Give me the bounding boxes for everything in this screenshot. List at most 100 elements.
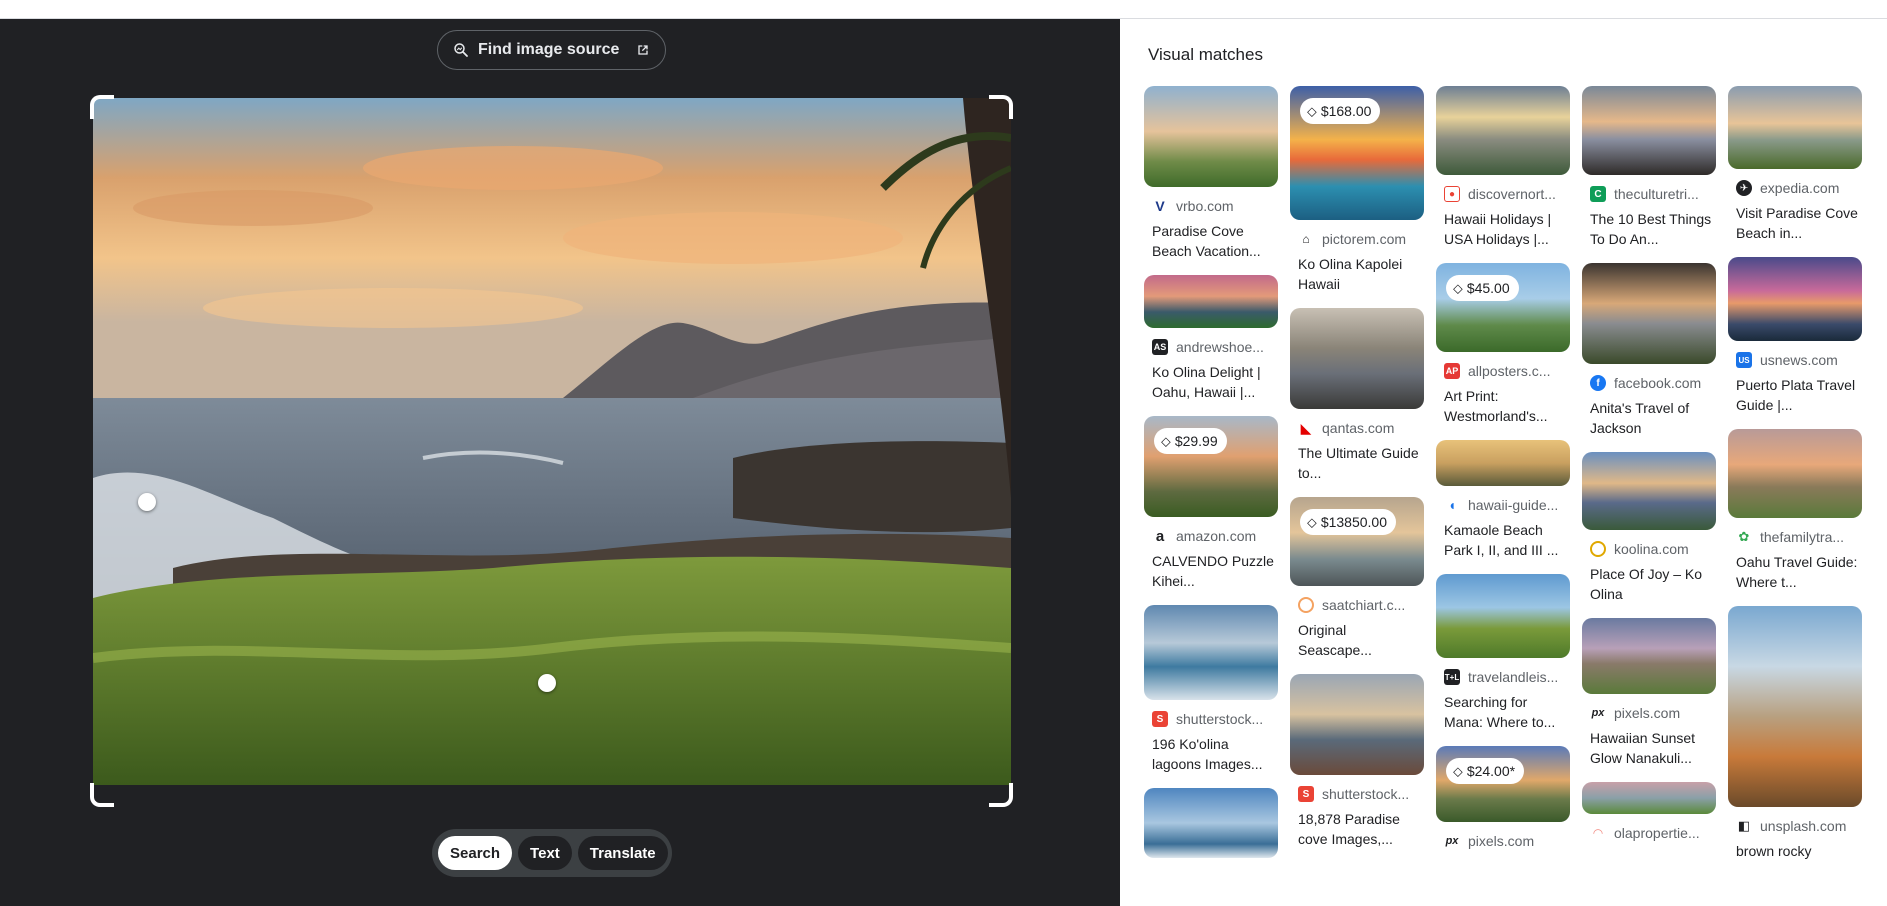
result-thumbnail[interactable]: ⬦ $24.00* (1436, 746, 1570, 822)
facebook-icon: f (1590, 375, 1606, 391)
result-title[interactable]: Kamaole Beach Park I, II, and III ... (1436, 520, 1570, 560)
tab-translate[interactable]: Translate (577, 836, 668, 870)
result-source: theculturetri... (1614, 186, 1699, 202)
price-badge: ⬦ $29.99 (1154, 428, 1227, 454)
result-title[interactable]: Hawaii Holidays | USA Holidays |... (1436, 209, 1570, 249)
visual-matches-panel: Visual matches Vvrbo.com Paradise Cove B… (1120, 19, 1887, 906)
result-source: pixels.com (1468, 833, 1535, 849)
result-card[interactable]: Ctheculturetri... The 10 Best Things To … (1582, 86, 1716, 249)
result-thumbnail[interactable] (1728, 606, 1862, 807)
result-thumbnail[interactable] (1144, 275, 1278, 328)
result-thumbnail[interactable]: ⬦ $168.00 (1290, 86, 1424, 220)
crop-corner-bottom-left[interactable] (90, 783, 114, 807)
result-card[interactable]: Sshutterstock... 18,878 Paradise cove Im… (1290, 674, 1424, 849)
result-card[interactable]: koolina.com Place Of Joy – Ko Olina (1582, 452, 1716, 604)
result-thumbnail[interactable] (1582, 263, 1716, 364)
saatchiart-icon (1298, 597, 1314, 613)
result-card[interactable]: T+L travelandleis... Searching for Mana: … (1436, 574, 1570, 732)
result-source: pictorem.com (1322, 231, 1407, 247)
result-thumbnail[interactable] (1582, 618, 1716, 694)
vrbo-icon: V (1152, 198, 1168, 214)
result-thumbnail[interactable] (1436, 86, 1570, 175)
find-image-source-button[interactable]: Find image source (437, 30, 666, 70)
result-card[interactable]: ✿ thefamilytra... Oahu Travel Guide: Wher… (1728, 429, 1862, 592)
result-title[interactable]: The Ultimate Guide to... (1290, 443, 1424, 483)
result-source: facebook.com (1614, 375, 1702, 391)
result-source: koolina.com (1614, 541, 1689, 557)
result-title[interactable]: CALVENDO Puzzle Kihei... (1144, 551, 1278, 591)
result-source: allposters.c... (1468, 363, 1551, 379)
result-thumbnail[interactable] (1436, 440, 1570, 486)
result-title[interactable]: Hawaiian Sunset Glow Nanakuli... (1582, 728, 1716, 768)
result-card[interactable]: ⬦ $168.00 ⌂ pictorem.com Ko Olina Kapolei … (1290, 86, 1424, 294)
result-thumbnail[interactable]: ⬦ $45.00 (1436, 263, 1570, 352)
result-thumbnail[interactable] (1144, 86, 1278, 187)
result-source: shutterstock... (1322, 786, 1410, 802)
result-card[interactable]: ◠ olapropertie... (1582, 782, 1716, 842)
result-thumbnail[interactable] (1290, 308, 1424, 409)
result-card[interactable]: AS andrewshoe... Ko Olina Delight | Oahu,… (1144, 275, 1278, 402)
result-card[interactable]: f facebook.com Anita's Travel of Jackson (1582, 263, 1716, 438)
crop-corner-top-right[interactable] (989, 95, 1013, 119)
result-thumbnail[interactable] (1728, 257, 1862, 341)
object-marker-bushes[interactable] (538, 674, 556, 692)
open-in-new-icon (638, 45, 648, 55)
price-label: $45.00 (1466, 280, 1510, 296)
result-thumbnail[interactable] (1582, 452, 1716, 530)
result-title[interactable]: Oahu Travel Guide: Where t... (1728, 552, 1862, 592)
result-card[interactable]: ⬦ $13850.00 saatchiart.c... Original Seas… (1290, 497, 1424, 660)
result-title[interactable]: Visit Paradise Cove Beach in... (1728, 203, 1862, 243)
result-thumbnail[interactable] (1436, 574, 1570, 658)
result-source: thefamilytra... (1760, 529, 1845, 545)
results-column-4: Ctheculturetri... The 10 Best Things To … (1582, 86, 1716, 856)
tab-text[interactable]: Text (518, 836, 572, 870)
results-column-3: ● discovernort... Hawaii Holidays | USA H… (1436, 86, 1570, 864)
result-thumbnail[interactable] (1728, 429, 1862, 518)
tab-search[interactable]: Search (438, 836, 513, 870)
result-title[interactable]: Original Seascape... (1290, 620, 1424, 660)
travelandleisure-icon: T+L (1444, 669, 1460, 685)
result-source: usnews.com (1760, 352, 1838, 368)
result-title[interactable]: Ko Olina Kapolei Hawaii (1290, 254, 1424, 294)
result-card[interactable]: px pixels.com Hawaiian Sunset Glow Nanaku… (1582, 618, 1716, 768)
crop-corner-top-left[interactable] (90, 95, 114, 119)
result-title[interactable]: 196 Ko'olina lagoons Images... (1144, 734, 1278, 774)
result-title[interactable]: brown rocky (1728, 841, 1862, 881)
result-card[interactable]: ◖ hawaii-guide... Kamaole Beach Park I, I… (1436, 440, 1570, 560)
result-thumbnail[interactable] (1290, 674, 1424, 775)
result-thumbnail[interactable]: ⬦ $13850.00 (1290, 497, 1424, 586)
result-title[interactable]: Ko Olina Delight | Oahu, Hawaii |... (1144, 362, 1278, 402)
result-title[interactable]: Art Print: Westmorland's... (1436, 386, 1570, 426)
result-card[interactable]: ⬦ $29.99 a amazon.com CALVENDO Puzzle Kihe… (1144, 416, 1278, 591)
result-title[interactable]: Anita's Travel of Jackson (1582, 398, 1716, 438)
result-card[interactable] (1144, 788, 1278, 858)
result-title[interactable]: 18,878 Paradise cove Images,... (1290, 809, 1424, 849)
result-card[interactable]: US usnews.com Puerto Plata Travel Guide |… (1728, 257, 1862, 415)
result-card[interactable]: ✈ expedia.com Visit Paradise Cove Beach i… (1728, 86, 1862, 243)
result-card[interactable]: ⬦ $24.00* px pixels.com (1436, 746, 1570, 850)
price-label: $13850.00 (1320, 514, 1387, 530)
result-thumbnail[interactable] (1582, 86, 1716, 175)
result-thumbnail[interactable] (1144, 788, 1278, 858)
object-marker-waves[interactable] (138, 493, 156, 511)
result-card[interactable]: ◧ unsplash.com brown rocky (1728, 606, 1862, 881)
result-title[interactable]: Searching for Mana: Where to... (1436, 692, 1570, 732)
result-title[interactable]: The 10 Best Things To Do An... (1582, 209, 1716, 249)
result-card[interactable]: ◣ qantas.com The Ultimate Guide to... (1290, 308, 1424, 483)
result-title[interactable]: Place Of Joy – Ko Olina (1582, 564, 1716, 604)
tag-icon: ⬦ (1307, 513, 1317, 530)
result-card[interactable]: ⬦ $45.00 AP allposters.c... Art Print: Wes… (1436, 263, 1570, 426)
result-title[interactable]: Puerto Plata Travel Guide |... (1728, 375, 1862, 415)
result-card[interactable]: ● discovernort... Hawaii Holidays | USA H… (1436, 86, 1570, 249)
result-thumbnail[interactable]: ⬦ $29.99 (1144, 416, 1278, 517)
result-card[interactable]: Sshutterstock... 196 Ko'olina lagoons Im… (1144, 605, 1278, 774)
result-thumbnail[interactable] (1728, 86, 1862, 169)
result-title[interactable]: Paradise Cove Beach Vacation... (1144, 221, 1278, 261)
result-thumbnail[interactable] (1582, 782, 1716, 814)
result-thumbnail[interactable] (1144, 605, 1278, 700)
pixels-icon: px (1590, 705, 1606, 721)
results-column-2: ⬦ $168.00 ⌂ pictorem.com Ko Olina Kapolei … (1290, 86, 1424, 863)
result-card[interactable]: Vvrbo.com Paradise Cove Beach Vacation..… (1144, 86, 1278, 261)
results-column-1: Vvrbo.com Paradise Cove Beach Vacation..… (1144, 86, 1278, 872)
crop-corner-bottom-right[interactable] (989, 783, 1013, 807)
